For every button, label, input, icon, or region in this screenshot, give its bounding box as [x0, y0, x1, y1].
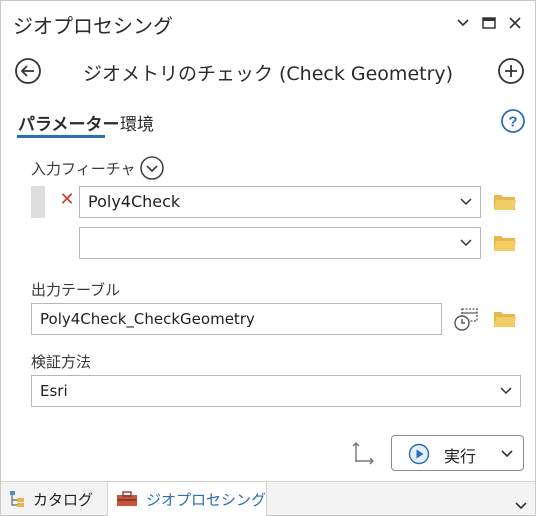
run-button-label: 実行	[444, 447, 477, 466]
tab-parameters[interactable]: パラメーター	[18, 110, 120, 135]
input-features-label: 入力フィーチャ	[31, 160, 136, 178]
run-button[interactable]: 実行	[391, 435, 524, 471]
swap-view-icon[interactable]	[351, 441, 377, 467]
output-table-value: Poly4Check_CheckGeometry	[40, 310, 255, 328]
maximize-icon[interactable]	[479, 13, 499, 33]
input-features-combo-2[interactable]	[79, 227, 481, 259]
tab-environments[interactable]: 環境	[120, 110, 154, 135]
svg-text:?: ?	[508, 114, 517, 131]
toolbox-icon	[117, 491, 137, 506]
row-drag-handle[interactable]	[31, 186, 45, 218]
run-play-icon	[408, 443, 430, 465]
output-table-label: 出力テーブル	[31, 281, 121, 299]
catalog-icon	[10, 491, 24, 507]
input-features-value-1: Poly4Check	[88, 192, 181, 211]
browse-folder-icon[interactable]	[493, 233, 517, 253]
remove-row-icon[interactable]: ✕	[59, 191, 75, 209]
new-table-icon[interactable]	[453, 306, 479, 332]
active-tab-indicator	[17, 135, 105, 138]
bottom-tab-catalog-label: カタログ	[33, 490, 94, 509]
dropdown-arrow-icon	[500, 387, 512, 395]
bottom-tab-geoprocessing[interactable]: ジオプロセシング	[107, 482, 267, 516]
help-icon[interactable]: ?	[500, 108, 526, 134]
tab-list-chevron-icon[interactable]	[515, 495, 527, 510]
input-features-combo-1[interactable]: Poly4Check	[79, 186, 481, 218]
validation-method-value: Esri	[40, 382, 68, 400]
bottom-tab-strip: カタログ ジオプロセシング	[1, 481, 535, 516]
pane-title: ジオプロセシング	[13, 14, 173, 38]
validation-method-select[interactable]: Esri	[31, 375, 521, 407]
output-table-field[interactable]: Poly4Check_CheckGeometry	[31, 303, 442, 335]
pane-options-chevron-icon[interactable]	[453, 13, 473, 33]
run-options-chevron-icon[interactable]	[501, 450, 513, 458]
dropdown-arrow-icon	[460, 239, 472, 247]
geoprocessing-pane: ジオプロセシング ジオメトリのチェック (Check Geometry) パラメ…	[0, 0, 536, 516]
browse-folder-icon[interactable]	[493, 192, 517, 212]
tool-title: ジオメトリのチェック (Check Geometry)	[82, 63, 454, 85]
close-icon[interactable]	[505, 13, 525, 33]
bottom-tab-geoprocessing-label: ジオプロセシング	[146, 490, 267, 509]
dropdown-arrow-icon	[460, 198, 472, 206]
tool-header: ジオメトリのチェック (Check Geometry)	[1, 51, 535, 91]
expand-chevron-icon[interactable]	[139, 155, 165, 181]
validation-method-label: 検証方法	[31, 353, 92, 371]
bottom-tab-catalog[interactable]: カタログ	[9, 482, 103, 516]
browse-folder-icon[interactable]	[493, 309, 517, 329]
add-icon[interactable]	[497, 57, 525, 85]
pane-titlebar: ジオプロセシング	[1, 1, 535, 45]
